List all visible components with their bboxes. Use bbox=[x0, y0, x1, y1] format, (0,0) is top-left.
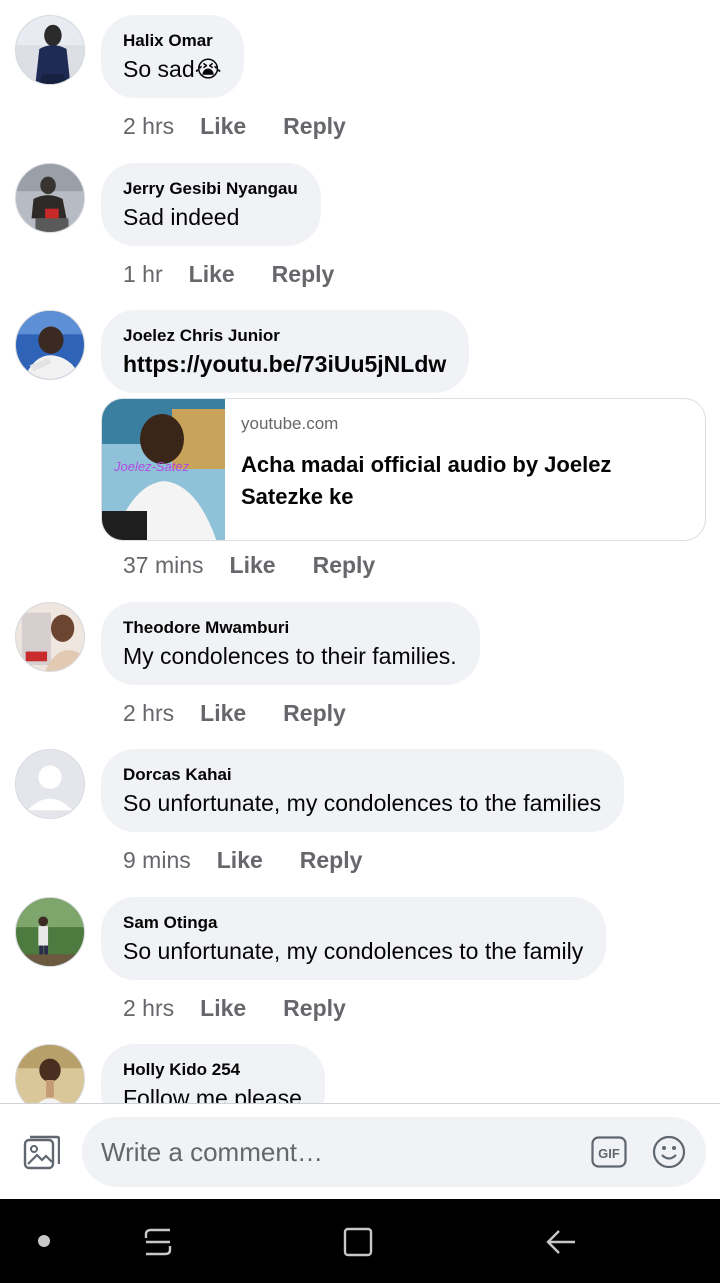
comment-meta: 1 hr Like Reply bbox=[123, 259, 334, 289]
avatar[interactable] bbox=[15, 163, 85, 233]
avatar[interactable] bbox=[15, 15, 85, 85]
reply-button[interactable]: Reply bbox=[283, 700, 346, 727]
comment-time[interactable]: 2 hrs bbox=[123, 113, 174, 140]
comment-bubble: Holly Kido 254 Follow me please bbox=[101, 1044, 325, 1103]
comment-text: My condolences to their families. bbox=[123, 643, 457, 669]
comment-time[interactable]: 9 mins bbox=[123, 847, 191, 874]
comment-time[interactable]: 1 hr bbox=[123, 261, 163, 288]
comment-meta: 2 hrs Like Reply bbox=[123, 993, 346, 1023]
comment-time[interactable]: 37 mins bbox=[123, 552, 204, 579]
comment-bubble: Dorcas Kahai So unfortunate, my condolen… bbox=[101, 749, 625, 832]
like-button[interactable]: Like bbox=[200, 113, 246, 140]
thumbnail-label: Joelez-Satez bbox=[113, 459, 190, 474]
comment-author[interactable]: Dorcas Kahai bbox=[123, 764, 601, 786]
comments-list: Halix Omar So sad😭 2 hrs Like Reply Jerr… bbox=[0, 0, 720, 1103]
comment-link-text[interactable]: https://youtu.be/73iUu5jNLdw bbox=[123, 349, 446, 379]
comment-bubble: Joelez Chris Junior https://youtu.be/73i… bbox=[101, 310, 470, 393]
link-thumbnail: Joelez-Satez bbox=[102, 399, 225, 540]
reply-button[interactable]: Reply bbox=[283, 113, 346, 140]
comment-author[interactable]: Halix Omar bbox=[123, 30, 221, 52]
system-nav-bar bbox=[0, 1199, 720, 1283]
comment-bubble: Halix Omar So sad😭 bbox=[101, 15, 245, 98]
like-button[interactable]: Like bbox=[200, 995, 246, 1022]
comment-meta: 37 mins Like Reply bbox=[123, 550, 375, 580]
gif-icon[interactable]: GIF bbox=[591, 1136, 627, 1168]
comment-text: Sad indeed bbox=[123, 204, 240, 230]
comment-meta: 2 hrs Like Reply bbox=[123, 111, 346, 141]
comment-meta: 2 hrs Like Reply bbox=[123, 698, 346, 728]
link-domain: youtube.com bbox=[241, 414, 339, 433]
comment-composer: Write a comment… GIF bbox=[0, 1103, 720, 1199]
recent-apps-icon[interactable] bbox=[143, 1226, 173, 1258]
comment-author[interactable]: Jerry Gesibi Nyangau bbox=[123, 178, 298, 200]
comment-bubble: Theodore Mwamburi My condolences to thei… bbox=[101, 602, 480, 685]
like-button[interactable]: Like bbox=[217, 847, 263, 874]
comment-text: So unfortunate, my condolences to the fa… bbox=[123, 938, 584, 964]
comment-text: Follow me please bbox=[123, 1085, 302, 1103]
comment-text: So unfortunate, my condolences to the fa… bbox=[123, 790, 602, 816]
photo-icon[interactable] bbox=[22, 1134, 61, 1172]
comment-time[interactable]: 2 hrs bbox=[123, 995, 174, 1022]
back-icon[interactable] bbox=[545, 1226, 577, 1258]
avatar[interactable] bbox=[15, 897, 85, 967]
comment-author[interactable]: Joelez Chris Junior bbox=[123, 325, 446, 347]
comment-bubble: Sam Otinga So unfortunate, my condolence… bbox=[101, 897, 607, 980]
like-button[interactable]: Like bbox=[189, 261, 235, 288]
comment-bubble: Jerry Gesibi Nyangau Sad indeed bbox=[101, 163, 321, 246]
gif-label: GIF bbox=[598, 1146, 620, 1161]
avatar[interactable] bbox=[15, 1044, 85, 1103]
like-button[interactable]: Like bbox=[230, 552, 276, 579]
comment-input[interactable]: Write a comment… GIF bbox=[82, 1117, 706, 1187]
reply-button[interactable]: Reply bbox=[300, 847, 363, 874]
link-preview-card[interactable]: Joelez-Satez youtube.com Acha madai offi… bbox=[101, 398, 706, 541]
comment-meta: 9 mins Like Reply bbox=[123, 845, 362, 875]
reply-button[interactable]: Reply bbox=[272, 261, 335, 288]
avatar[interactable] bbox=[15, 602, 85, 672]
reply-button[interactable]: Reply bbox=[313, 552, 376, 579]
comment-input-placeholder: Write a comment… bbox=[101, 1137, 324, 1167]
emoji-icon[interactable] bbox=[652, 1135, 686, 1169]
like-button[interactable]: Like bbox=[200, 700, 246, 727]
comment-author[interactable]: Theodore Mwamburi bbox=[123, 617, 457, 639]
home-icon[interactable] bbox=[342, 1226, 374, 1258]
avatar[interactable] bbox=[15, 749, 85, 819]
dot-icon[interactable] bbox=[38, 1235, 50, 1247]
avatar[interactable] bbox=[15, 310, 85, 380]
comment-author[interactable]: Holly Kido 254 bbox=[123, 1059, 302, 1081]
reply-button[interactable]: Reply bbox=[283, 995, 346, 1022]
link-title: Acha madai official audio by Joelez Sate… bbox=[241, 452, 612, 509]
comment-author[interactable]: Sam Otinga bbox=[123, 912, 583, 934]
comment-text: So sad😭 bbox=[123, 56, 222, 82]
comment-time[interactable]: 2 hrs bbox=[123, 700, 174, 727]
